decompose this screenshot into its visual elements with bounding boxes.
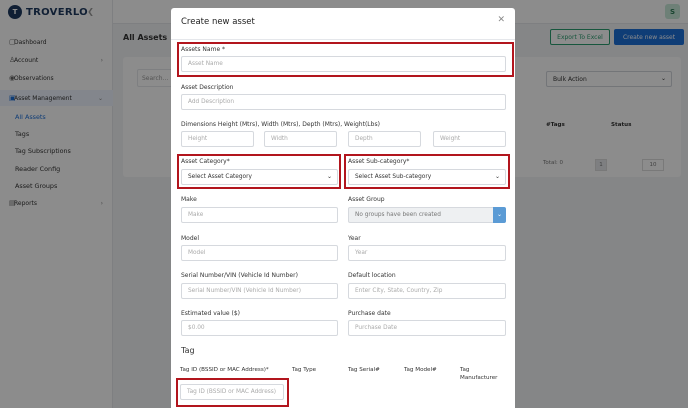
dimensions-label: Dimensions Height (Mtrs), Width (Mtrs), … <box>181 121 380 128</box>
create-asset-modal: Create new asset ✕ Assets Name * Asset N… <box>171 8 515 408</box>
tag-model-header: Tag Model# <box>404 367 437 373</box>
location-label: Default location <box>348 272 396 279</box>
height-input[interactable]: Height <box>181 131 254 147</box>
make-label: Make <box>181 196 197 203</box>
serial-label: Serial Number/VIN (Vehicle Id Number) <box>181 272 298 279</box>
description-label: Asset Description <box>181 84 234 91</box>
model-input[interactable]: Model <box>181 245 338 261</box>
description-input[interactable]: Add Description <box>181 94 506 110</box>
tag-manufacturer-header: Tag Manufacturer <box>460 367 498 381</box>
tag-section-title: Tag <box>181 346 195 355</box>
purchase-label: Purchase date <box>348 310 391 317</box>
highlight-box <box>177 42 514 77</box>
divider <box>171 39 515 40</box>
asset-group-select[interactable]: No groups have been created <box>348 207 494 223</box>
highlight-box <box>344 154 510 189</box>
location-input[interactable]: Enter City, State, Country, Zip <box>348 283 506 299</box>
tag-type-header: Tag Type <box>292 367 317 373</box>
group-label: Asset Group <box>348 196 385 203</box>
close-icon[interactable]: ✕ <box>497 15 505 25</box>
value-input[interactable]: $0.00 <box>181 320 338 336</box>
tag-id-header: Tag ID (BSSID or MAC Address)* <box>180 367 269 373</box>
year-input[interactable]: Year <box>348 245 506 261</box>
model-label: Model <box>181 235 200 242</box>
weight-input[interactable]: Weight <box>433 131 506 147</box>
depth-input[interactable]: Depth <box>348 131 421 147</box>
tag-serial-header: Tag Serial# <box>348 367 380 373</box>
highlight-box <box>176 378 289 407</box>
purchase-date-input[interactable]: Purchase Date <box>348 320 506 336</box>
highlight-box <box>177 154 341 189</box>
chevron-down-icon[interactable]: ⌄ <box>493 207 506 223</box>
width-input[interactable]: Width <box>264 131 337 147</box>
modal-title: Create new asset <box>181 17 255 27</box>
value-label: Estimated value ($) <box>181 310 241 317</box>
serial-input[interactable]: Serial Number/VIN (Vehicle Id Number) <box>181 283 338 299</box>
year-label: Year <box>348 235 361 242</box>
make-input[interactable]: Make <box>181 207 338 223</box>
